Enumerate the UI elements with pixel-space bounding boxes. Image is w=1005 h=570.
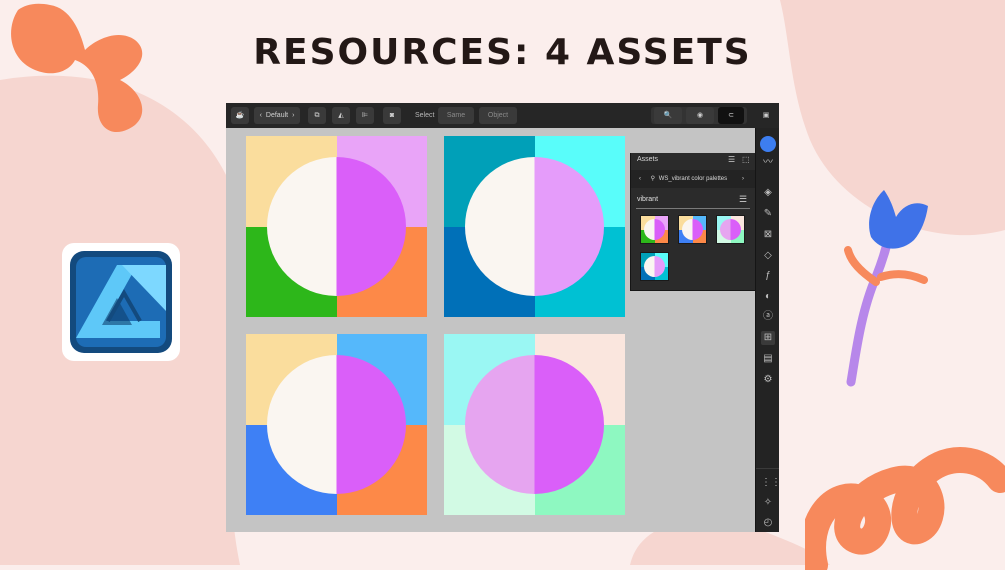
chevron-left-icon: ‹ [259,112,262,119]
transform-icon[interactable]: ⊠ [761,228,775,242]
half-circle-shape [720,219,741,240]
half-circle-shape [644,219,665,240]
export-button[interactable]: ▣ [759,107,773,124]
app-logo [62,243,180,361]
zoom-icon: 🔍 [663,112,673,119]
designer-persona-icon: ☕ [235,112,245,119]
stock-icon[interactable]: ▤ [761,352,775,366]
chevron-right-icon: › [292,112,295,119]
flip-icon: ◭ [338,112,344,119]
select-label: Select [415,112,435,119]
select-object-button[interactable]: Object [479,107,517,124]
settings-icon[interactable]: ⚙ [761,373,775,387]
assets-icon[interactable]: ⊞ [761,331,775,345]
artwork-1[interactable] [246,136,427,317]
panel-menu-icon[interactable]: ☰ [728,155,735,164]
eye-icon: ◉ [696,112,704,119]
assets-breadcrumb[interactable]: ‹ ⚲ WS_vibrant color palettes › [631,170,756,188]
assets-category-name: vibrant [637,196,659,203]
asset-thumbnail[interactable] [640,252,669,281]
half-circle-shape [267,355,406,494]
orange-swirl-decoration [805,447,1005,570]
boolean-button[interactable]: ◙ [383,107,401,124]
assets-panel: Assets ☰ ⬚ ‹ ⚲ WS_vibrant color palettes… [630,153,756,291]
workspace-selector[interactable]: ‹ Default › [254,107,300,124]
half-circle-shape [644,256,665,277]
chevron-left-icon[interactable]: ‹ [639,176,641,182]
asset-thumbnail[interactable] [678,215,707,244]
asset-thumbnail[interactable] [716,215,745,244]
arrange-button[interactable]: ⧉ [308,107,326,124]
select-same-button[interactable]: Same [438,107,474,124]
persona-button[interactable]: ☕ [231,107,249,124]
zoom-button[interactable]: 🔍 [654,107,682,124]
align-icon: ⊫ [361,112,369,119]
boolean-icon: ◙ [389,112,395,119]
appearance-icon[interactable]: ◐ [761,290,775,304]
assets-subcategory-label: WS_vibrant color palettes [658,176,728,182]
color-swatch-button[interactable] [760,136,776,152]
snap-icon[interactable]: ✧ [761,496,775,510]
orange-leaf-decoration [11,3,143,133]
half-circle-shape [465,355,604,494]
view-mode-button[interactable]: ◉ [686,107,714,124]
text-style-icon[interactable]: ⓐ [761,310,775,324]
magnet-icon: ⊂ [728,112,734,119]
brush-icon[interactable]: ✎ [761,207,775,221]
document-canvas[interactable]: Assets ☰ ⬚ ‹ ⚲ WS_vibrant color palettes… [226,128,756,532]
sidebar-divider [756,468,779,469]
align-button[interactable]: ⊫ [356,107,374,124]
artwork-2[interactable] [444,136,625,317]
link-icon: ⚲ [650,176,656,182]
fx-icon[interactable]: ƒ [761,269,775,283]
category-divider [636,208,750,209]
top-toolbar: ☕ ‹ Default › ⧉ ◭ ⊫ ◙ Select Same Object… [226,103,779,129]
chevron-right-icon[interactable]: › [742,170,744,188]
snapping-button[interactable]: ⊂ [718,107,744,124]
studio-sidebar: 〰 ◈ ✎ ⊠ ◇ ƒ ◐ ⓐ ⊞ ▤ ⚙ ⋮⋮ ✧ ◴ [755,128,779,532]
app-window: ☕ ‹ Default › ⧉ ◭ ⊫ ◙ Select Same Object… [226,103,779,532]
layers-icon[interactable]: ◈ [761,186,775,200]
category-menu-icon[interactable]: ☰ [739,194,747,205]
history-icon[interactable]: ◴ [761,516,775,530]
artwork-4[interactable] [444,334,625,515]
affinity-designer-logo-icon [70,251,172,353]
stroke-icon[interactable]: 〰 [761,156,775,170]
effects-icon[interactable]: ◇ [761,249,775,263]
grid-icon[interactable]: ⋮⋮ [761,476,779,490]
assets-panel-title: Assets [637,156,659,163]
arrange-icon: ⧉ [314,112,320,119]
flower-decoration [844,190,928,387]
asset-thumbnail[interactable] [640,215,669,244]
panel-expand-icon[interactable]: ⬚ [742,155,750,164]
half-circle-shape [682,219,703,240]
half-circle-shape [465,157,604,296]
artwork-3[interactable] [246,334,427,515]
half-circle-shape [267,157,406,296]
workspace-label: Default [265,112,289,119]
export-icon: ▣ [762,112,770,119]
page-title: RESOURCES: 4 ASSETS [253,32,752,73]
flip-button[interactable]: ◭ [332,107,350,124]
